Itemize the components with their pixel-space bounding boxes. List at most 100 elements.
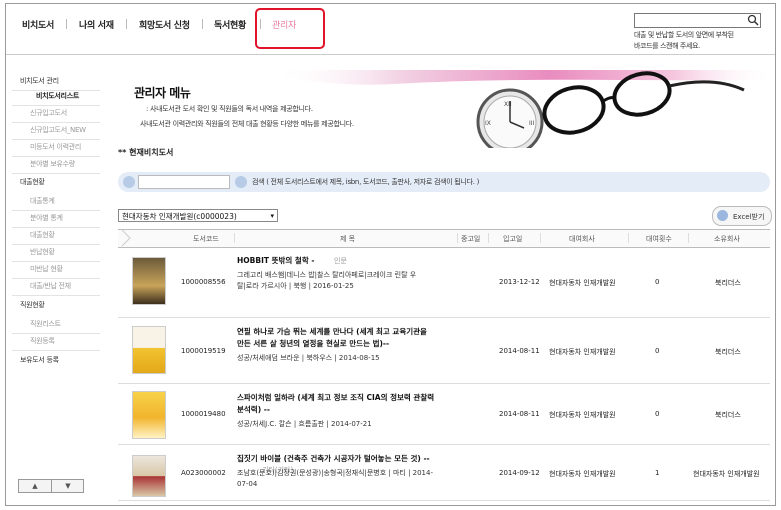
book-search-input[interactable] (138, 175, 230, 189)
pager-down-button[interactable]: ▼ (52, 480, 84, 492)
book-cover-image[interactable] (132, 455, 166, 497)
sidebar-divider (12, 227, 100, 228)
header-rent-company: 대여회사 (569, 235, 595, 243)
header-separator (457, 233, 458, 243)
search-icon[interactable] (747, 14, 759, 26)
header-separator (234, 233, 235, 243)
sidebar-divider (12, 210, 100, 211)
book-title-link[interactable]: 스파이처럼 일하라 (세계 최고 정보 조직 CIA의 정보력 관찰력 (237, 392, 447, 404)
book-code: A023000002 (181, 468, 226, 477)
sidebar-item[interactable]: 직원등록 (30, 336, 55, 346)
svg-text:III: III (529, 120, 535, 127)
sidebar-item[interactable]: 대출/반납 전체 (30, 281, 71, 291)
download-icon (717, 210, 728, 221)
book-title-link[interactable]: 연필 하나로 가슴 뛰는 세계를 만나다 (세계 최고 교육기관을 (237, 326, 447, 338)
book-cover-image[interactable] (132, 257, 166, 305)
table-row[interactable]: A023000002 집짓기 바이블 (건축주 건축가 시공자가 털어놓는 모든 … (118, 445, 770, 501)
page-title: 관리자 메뉴 (134, 86, 191, 100)
nav-item-available-books[interactable]: 비치도서 (22, 18, 54, 31)
book-code: 1000008556 (181, 278, 226, 286)
rent-count: 0 (655, 278, 660, 286)
book-search-bar: 검색 ( 전체 도서리스트에서 제목, isbn, 도서코드, 출판사, 저자로… (118, 172, 770, 192)
sidebar-item[interactable]: 보유도서 등록 (20, 355, 59, 365)
owner-company: 북리더스 (715, 347, 741, 356)
nav-item-book-request[interactable]: 희망도서 신청 (139, 18, 190, 31)
book-author-publisher: 성공/처세J.C. 칼슨 | 흐름출판 | 2014-07-21 (237, 420, 372, 428)
nav-separator (126, 19, 127, 29)
in-date: 2014-08-11 (499, 410, 540, 418)
sidebar-item[interactable]: 미등도서 이력관리 (30, 142, 81, 152)
book-title-link[interactable]: 집짓기 바이블 (건축주 건축가 시공자가 털어놓는 모든 것) -- (237, 453, 447, 465)
sidebar-item[interactable]: 미반납 현황 (30, 264, 63, 274)
banner-description: 사내도서관 이력관리와 직원들의 전체 대출 현황등 다양한 메뉴를 제공합니다… (140, 120, 354, 128)
in-date: 2014-08-11 (499, 346, 540, 355)
table-row[interactable]: 1000008556 HOBBIT 뜻밖의 철학 - 인문 그레고리 배스햄|데니스 … (118, 247, 770, 318)
search-left-icon (123, 176, 135, 188)
header-owner: 소유회사 (714, 235, 740, 243)
book-category: 인문 (334, 257, 347, 265)
nav-separator (66, 19, 67, 29)
sidebar-item[interactable]: 대출통계 (30, 196, 55, 206)
table-row[interactable]: 1000019519 연필 하나로 가슴 뛰는 세계를 만나다 (세계 최고 교육… (118, 318, 770, 384)
owner-company: 북리더스 (715, 279, 741, 287)
book-author-publisher: 07-04 (237, 480, 258, 488)
in-date: 2014-09-12 (499, 468, 540, 477)
sidebar-divider (12, 122, 100, 123)
sidebar-divider (12, 173, 100, 174)
header-in-date: 입고일 (503, 235, 523, 243)
sidebar-item[interactable]: 대출현황 (20, 177, 45, 187)
table-row[interactable]: 1000019480 스파이처럼 일하라 (세계 최고 정보 조직 CIA의 정보… (118, 384, 770, 445)
nav-item-my-library[interactable]: 나의 서재 (79, 18, 114, 31)
sidebar-item[interactable]: 반납현황 (30, 247, 55, 257)
nav-item-reading-status[interactable]: 독서현황 (214, 18, 246, 31)
sidebar-divider (12, 333, 100, 334)
excel-download-button[interactable]: Excel받기 (712, 206, 772, 226)
sidebar-item[interactable]: 직원리스트 (30, 319, 61, 329)
scan-hint: 대출 및 반납할 도서의 앞면에 부착된 바코드를 스캔해 주세요. (634, 30, 769, 52)
section-title: ** 현재비치도서 (118, 148, 174, 157)
app-frame: 비치도서 나의 서재 희망도서 신청 독서현황 관리자 대출 및 반납할 도서의… (5, 3, 776, 506)
sidebar-item[interactable]: 신규입고도서 (30, 108, 67, 118)
sidebar-item[interactable]: 신규입고도서_NEW (30, 125, 86, 135)
sidebar-divider (12, 156, 100, 157)
top-nav: 비치도서 나의 서재 희망도서 신청 독서현황 관리자 대출 및 반납할 도서의… (6, 4, 775, 54)
table-header: 도서코드 제 목 중고일 입고일 대여회사 대여횟수 소유회사 (118, 229, 770, 248)
rent-company: 현대자동차 인재개발원 (549, 411, 616, 419)
book-title-link[interactable]: 만든 서른 살 청년의 열정을 현실로 만드는 법)-- (237, 338, 447, 350)
book-author-publisher: 그레고리 배스햄|데니스 밥|찰스 탈리아페로|크레이크 린탈 우 (237, 271, 417, 279)
chevron-right-icon (121, 229, 131, 247)
sidebar-item[interactable]: 비치도서리스트 (36, 91, 79, 101)
company-select-value: 현대자동차 인재개발원(c0000023) (122, 212, 237, 221)
header-code: 도서코드 (193, 235, 219, 243)
sidebar-item[interactable]: 대출현황 (30, 230, 55, 240)
sidebar-item[interactable]: 직원현황 (20, 300, 45, 310)
sidebar-item[interactable]: 비치도서 관리 (20, 76, 59, 86)
header-separator (488, 233, 489, 243)
sidebar-item[interactable]: 분야별 통계 (30, 213, 63, 223)
book-author-publisher: 성공/처세애덤 브라운 | 북하우스 | 2014-08-15 (237, 354, 380, 362)
rent-count: 0 (655, 410, 660, 418)
pager-up-button[interactable]: ▲ (19, 480, 51, 492)
sidebar-divider (12, 261, 100, 262)
header-used-date: 중고일 (461, 235, 481, 243)
company-select[interactable]: 현대자동차 인재개발원(c0000023) ▾ (118, 209, 278, 222)
nav-separator (202, 19, 203, 29)
rent-company: 현대자동차 인재개발원 (549, 347, 616, 356)
header-separator (540, 233, 541, 243)
book-cover-image[interactable] (132, 326, 166, 374)
header-separator (628, 233, 629, 243)
sidebar-divider (12, 295, 100, 296)
rent-count: 0 (655, 346, 660, 355)
book-cover-image[interactable] (132, 391, 166, 439)
svg-text:IX: IX (485, 120, 491, 127)
admin-highlight-box (255, 8, 325, 49)
book-code: 1000019480 (181, 410, 226, 418)
header-title: 제 목 (340, 235, 356, 243)
search-icon[interactable] (235, 176, 247, 188)
nav-divider (6, 54, 775, 55)
book-title-link[interactable]: 분석력) -- (237, 404, 447, 416)
sidebar-item[interactable]: 분야별 보유수량 (30, 159, 75, 169)
scan-hint-line: 바코드를 스캔해 주세요. (634, 42, 700, 50)
rent-count: 1 (655, 468, 660, 477)
barcode-input[interactable] (634, 13, 761, 28)
